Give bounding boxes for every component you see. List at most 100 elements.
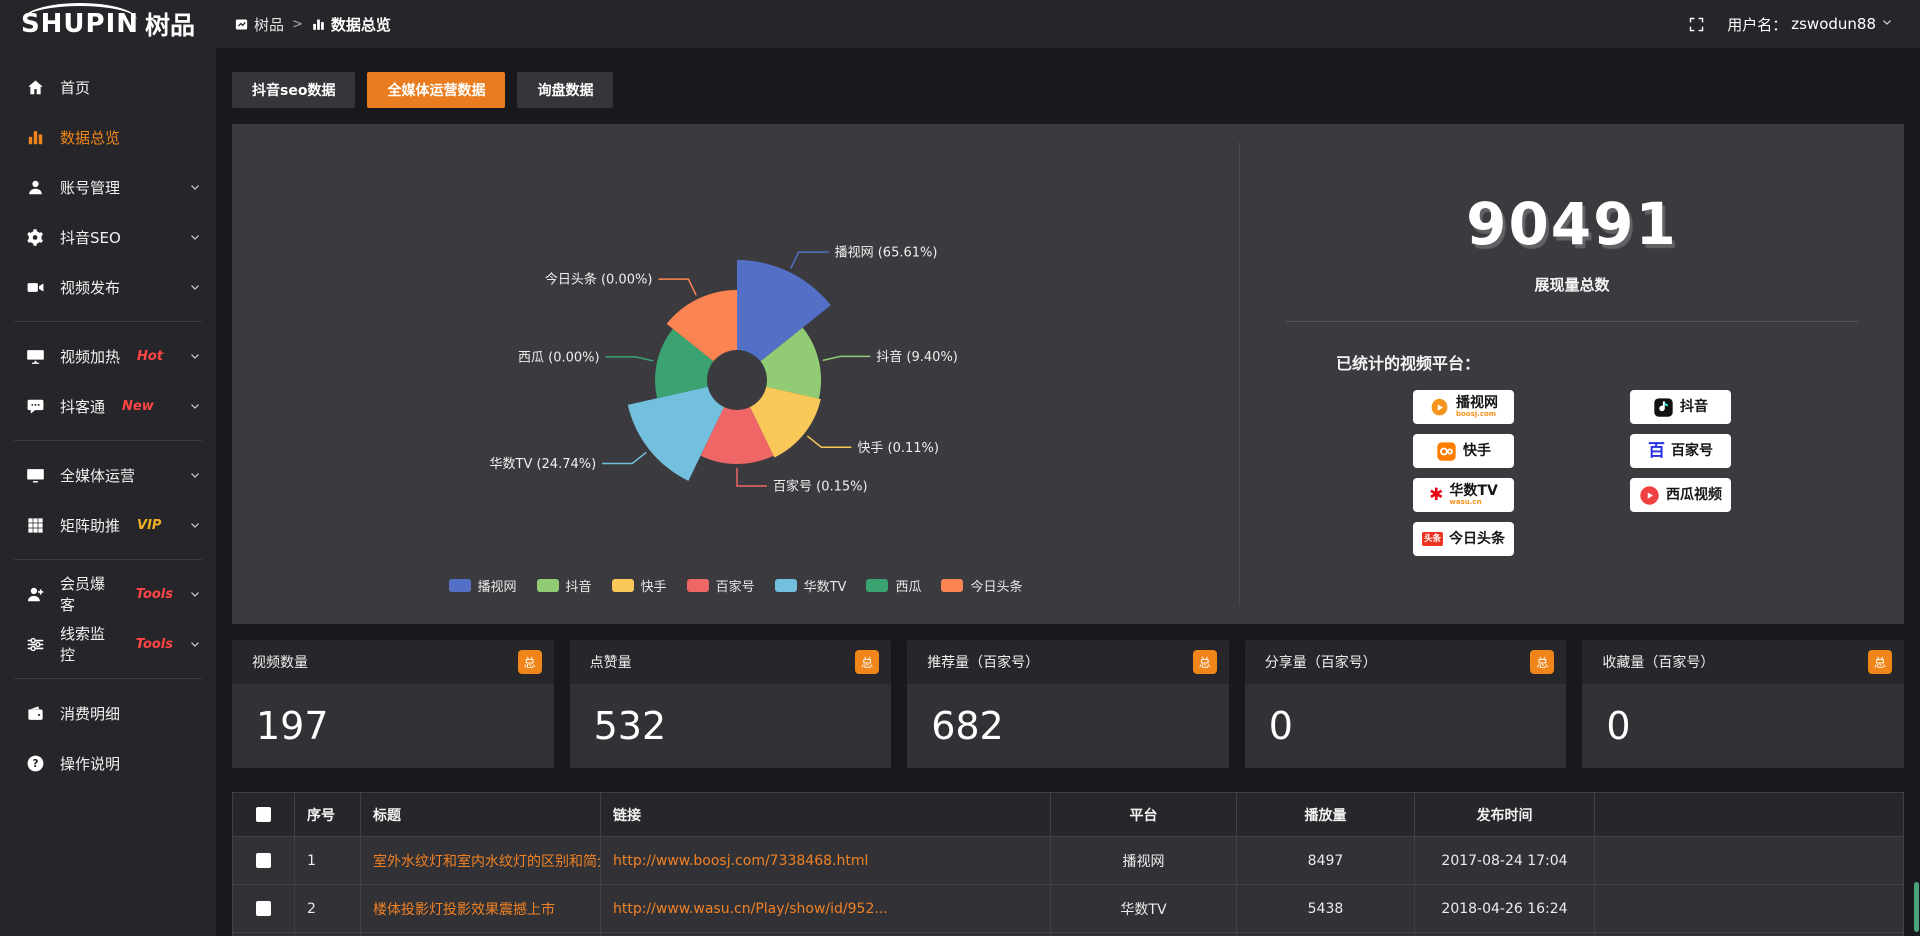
- sidebar-divider: [14, 321, 202, 322]
- stat-card-label: 分享量（百家号）: [1265, 652, 1377, 672]
- table-row-partial: [233, 933, 1904, 936]
- sidebar-item-账号管理[interactable]: 账号管理: [0, 162, 216, 212]
- wasu-logo-icon: ✱: [1429, 487, 1443, 504]
- column-header-播放量: 播放量: [1237, 793, 1415, 837]
- legend-swatch: [449, 579, 471, 592]
- tab-全媒体运营数据[interactable]: 全媒体运营数据: [367, 72, 505, 108]
- total-badge[interactable]: 总: [1868, 650, 1892, 674]
- cell-plays: 5438: [1237, 885, 1415, 933]
- sidebar-item-首页[interactable]: 首页: [0, 62, 216, 112]
- sidebar-item-抖客通[interactable]: 抖客通 New: [0, 381, 216, 431]
- sidebar-item-badge: New: [122, 399, 154, 414]
- cell-title-link[interactable]: 室外水纹灯和室内水纹灯的区别和简介: [361, 837, 601, 885]
- breadcrumb-current[interactable]: 数据总览: [311, 14, 391, 35]
- stat-card-value: 0: [1582, 684, 1904, 768]
- column-header-链接: 链接: [601, 793, 1051, 837]
- sidebar-item-label: 全媒体运营: [60, 465, 135, 486]
- platform-subtext: boosj.com: [1456, 411, 1496, 419]
- help-icon: ?: [26, 754, 45, 773]
- cell-url-link[interactable]: http://www.boosj.com/7338468.html: [601, 837, 1051, 885]
- cell-url-link[interactable]: http://www.wasu.cn/Play/show/id/952...: [601, 885, 1051, 933]
- sidebar-item-会员爆客[interactable]: 会员爆客Tools: [0, 569, 216, 619]
- sidebar-item-抖音SEO[interactable]: 抖音SEO: [0, 212, 216, 262]
- sidebar-item-label: 抖客通: [60, 396, 105, 417]
- select-all-checkbox[interactable]: [256, 807, 271, 822]
- cell-title-link[interactable]: 楼体投影灯投影效果震撼上市: [361, 885, 601, 933]
- sidebar-item-视频发布[interactable]: 视频发布: [0, 262, 216, 312]
- legend-label: 抖音: [566, 576, 592, 595]
- legend-label: 西瓜: [895, 576, 921, 595]
- stat-card-value: 682: [907, 684, 1229, 768]
- sidebar-item-全媒体运营[interactable]: 全媒体运营: [0, 450, 216, 500]
- sidebar-item-线索监控[interactable]: 线索监控Tools: [0, 619, 216, 669]
- platform-badge-抖音: 抖音: [1630, 390, 1731, 424]
- platform-badge-百家号: 百百家号: [1630, 434, 1731, 468]
- platform-badge-华数TV: ✱华数TVwasu.cn: [1413, 478, 1514, 512]
- column-header-平台: 平台: [1051, 793, 1237, 837]
- stat-card-value: 532: [570, 684, 892, 768]
- sidebar-item-label: 数据总览: [60, 127, 120, 148]
- sidebar-item-操作说明[interactable]: ?操作说明: [0, 738, 216, 788]
- sidebar-item-视频加热[interactable]: 视频加热 Hot: [0, 331, 216, 381]
- legend-item-百家号[interactable]: 百家号: [687, 576, 755, 595]
- pie-slice-华数TV[interactable]: [628, 387, 724, 481]
- legend-item-快手[interactable]: 快手: [612, 576, 667, 595]
- legend-swatch: [866, 579, 888, 592]
- video-icon: [26, 278, 45, 297]
- sidebar-divider: [14, 559, 202, 560]
- legend-swatch: [775, 579, 797, 592]
- main-content: 抖音seo数据全媒体运营数据询盘数据 播视网 (65.61%)抖音 (9.40%…: [216, 48, 1920, 936]
- platform-badge-西瓜视频: 西瓜视频: [1630, 478, 1731, 512]
- legend-item-西瓜[interactable]: 西瓜: [866, 576, 921, 595]
- douyin-logo-icon: [1653, 397, 1674, 418]
- cell-time: 2017-08-24 17:04: [1415, 837, 1595, 885]
- sidebar-item-矩阵助推[interactable]: 矩阵助推VIP: [0, 500, 216, 550]
- sidebar-item-badge: Hot: [137, 349, 163, 364]
- total-badge[interactable]: 总: [1530, 650, 1554, 674]
- stat-card-value: 0: [1245, 684, 1567, 768]
- platform-name: 快手: [1463, 444, 1491, 459]
- user-menu[interactable]: 用户名： zswodun88: [1727, 14, 1894, 35]
- table-row: 2楼体投影灯投影效果震撼上市http://www.wasu.cn/Play/sh…: [233, 885, 1904, 933]
- sidebar-item-数据总览[interactable]: 数据总览: [0, 112, 216, 162]
- legend-item-华数TV[interactable]: 华数TV: [775, 576, 847, 595]
- row-checkbox[interactable]: [256, 901, 271, 916]
- cell-empty: [1595, 837, 1904, 885]
- fullscreen-icon[interactable]: [1688, 16, 1705, 33]
- legend-item-播视网[interactable]: 播视网: [449, 576, 517, 595]
- pie-label: 抖音 (9.40%): [876, 349, 958, 365]
- legend-item-今日头条[interactable]: 今日头条: [941, 576, 1022, 595]
- total-badge[interactable]: 总: [855, 650, 879, 674]
- platforms-label: 已统计的视频平台：: [1336, 350, 1904, 374]
- scrollbar-thumb[interactable]: [1914, 882, 1919, 932]
- table-header-row: 序号标题链接平台播放量发布时间: [233, 793, 1904, 837]
- sidebar-divider: [14, 678, 202, 679]
- legend-swatch: [687, 579, 709, 592]
- chevron-down-icon: [188, 280, 202, 294]
- legend-label: 华数TV: [804, 576, 847, 595]
- legend-item-抖音[interactable]: 抖音: [537, 576, 592, 595]
- platform-badges: 播视网boosj.com快手✱华数TVwasu.cn头条今日头条抖音百百家号西瓜…: [1240, 390, 1904, 556]
- sidebar-item-label: 视频加热: [60, 346, 120, 367]
- legend-swatch: [941, 579, 963, 592]
- sidebar-item-消费明细[interactable]: 消费明细: [0, 688, 216, 738]
- chevron-down-icon: [188, 518, 202, 532]
- chevron-down-icon: [188, 637, 202, 651]
- breadcrumb-home[interactable]: 树品: [234, 14, 284, 35]
- stat-card-视频数量: 视频数量总197: [232, 640, 554, 768]
- summary-panel: 90491 展现量总数 已统计的视频平台： 播视网boosj.com快手✱华数T…: [1240, 124, 1904, 624]
- stat-card-label: 点赞量: [590, 652, 632, 672]
- tab-bar: 抖音seo数据全媒体运营数据询盘数据: [232, 72, 1904, 108]
- chevron-down-icon: [188, 587, 202, 601]
- platform-badge-播视网: 播视网boosj.com: [1413, 390, 1514, 424]
- total-badge[interactable]: 总: [518, 650, 542, 674]
- chevron-down-icon: [188, 399, 202, 413]
- tab-抖音seo数据[interactable]: 抖音seo数据: [232, 72, 355, 108]
- pie-label-line: [807, 436, 851, 447]
- app-logo[interactable]: SHUPIN 树品: [0, 0, 216, 48]
- row-checkbox[interactable]: [256, 853, 271, 868]
- tab-询盘数据[interactable]: 询盘数据: [517, 72, 613, 108]
- total-badge[interactable]: 总: [1193, 650, 1217, 674]
- monitor-icon: [26, 466, 45, 485]
- summary-divider: [1286, 321, 1857, 322]
